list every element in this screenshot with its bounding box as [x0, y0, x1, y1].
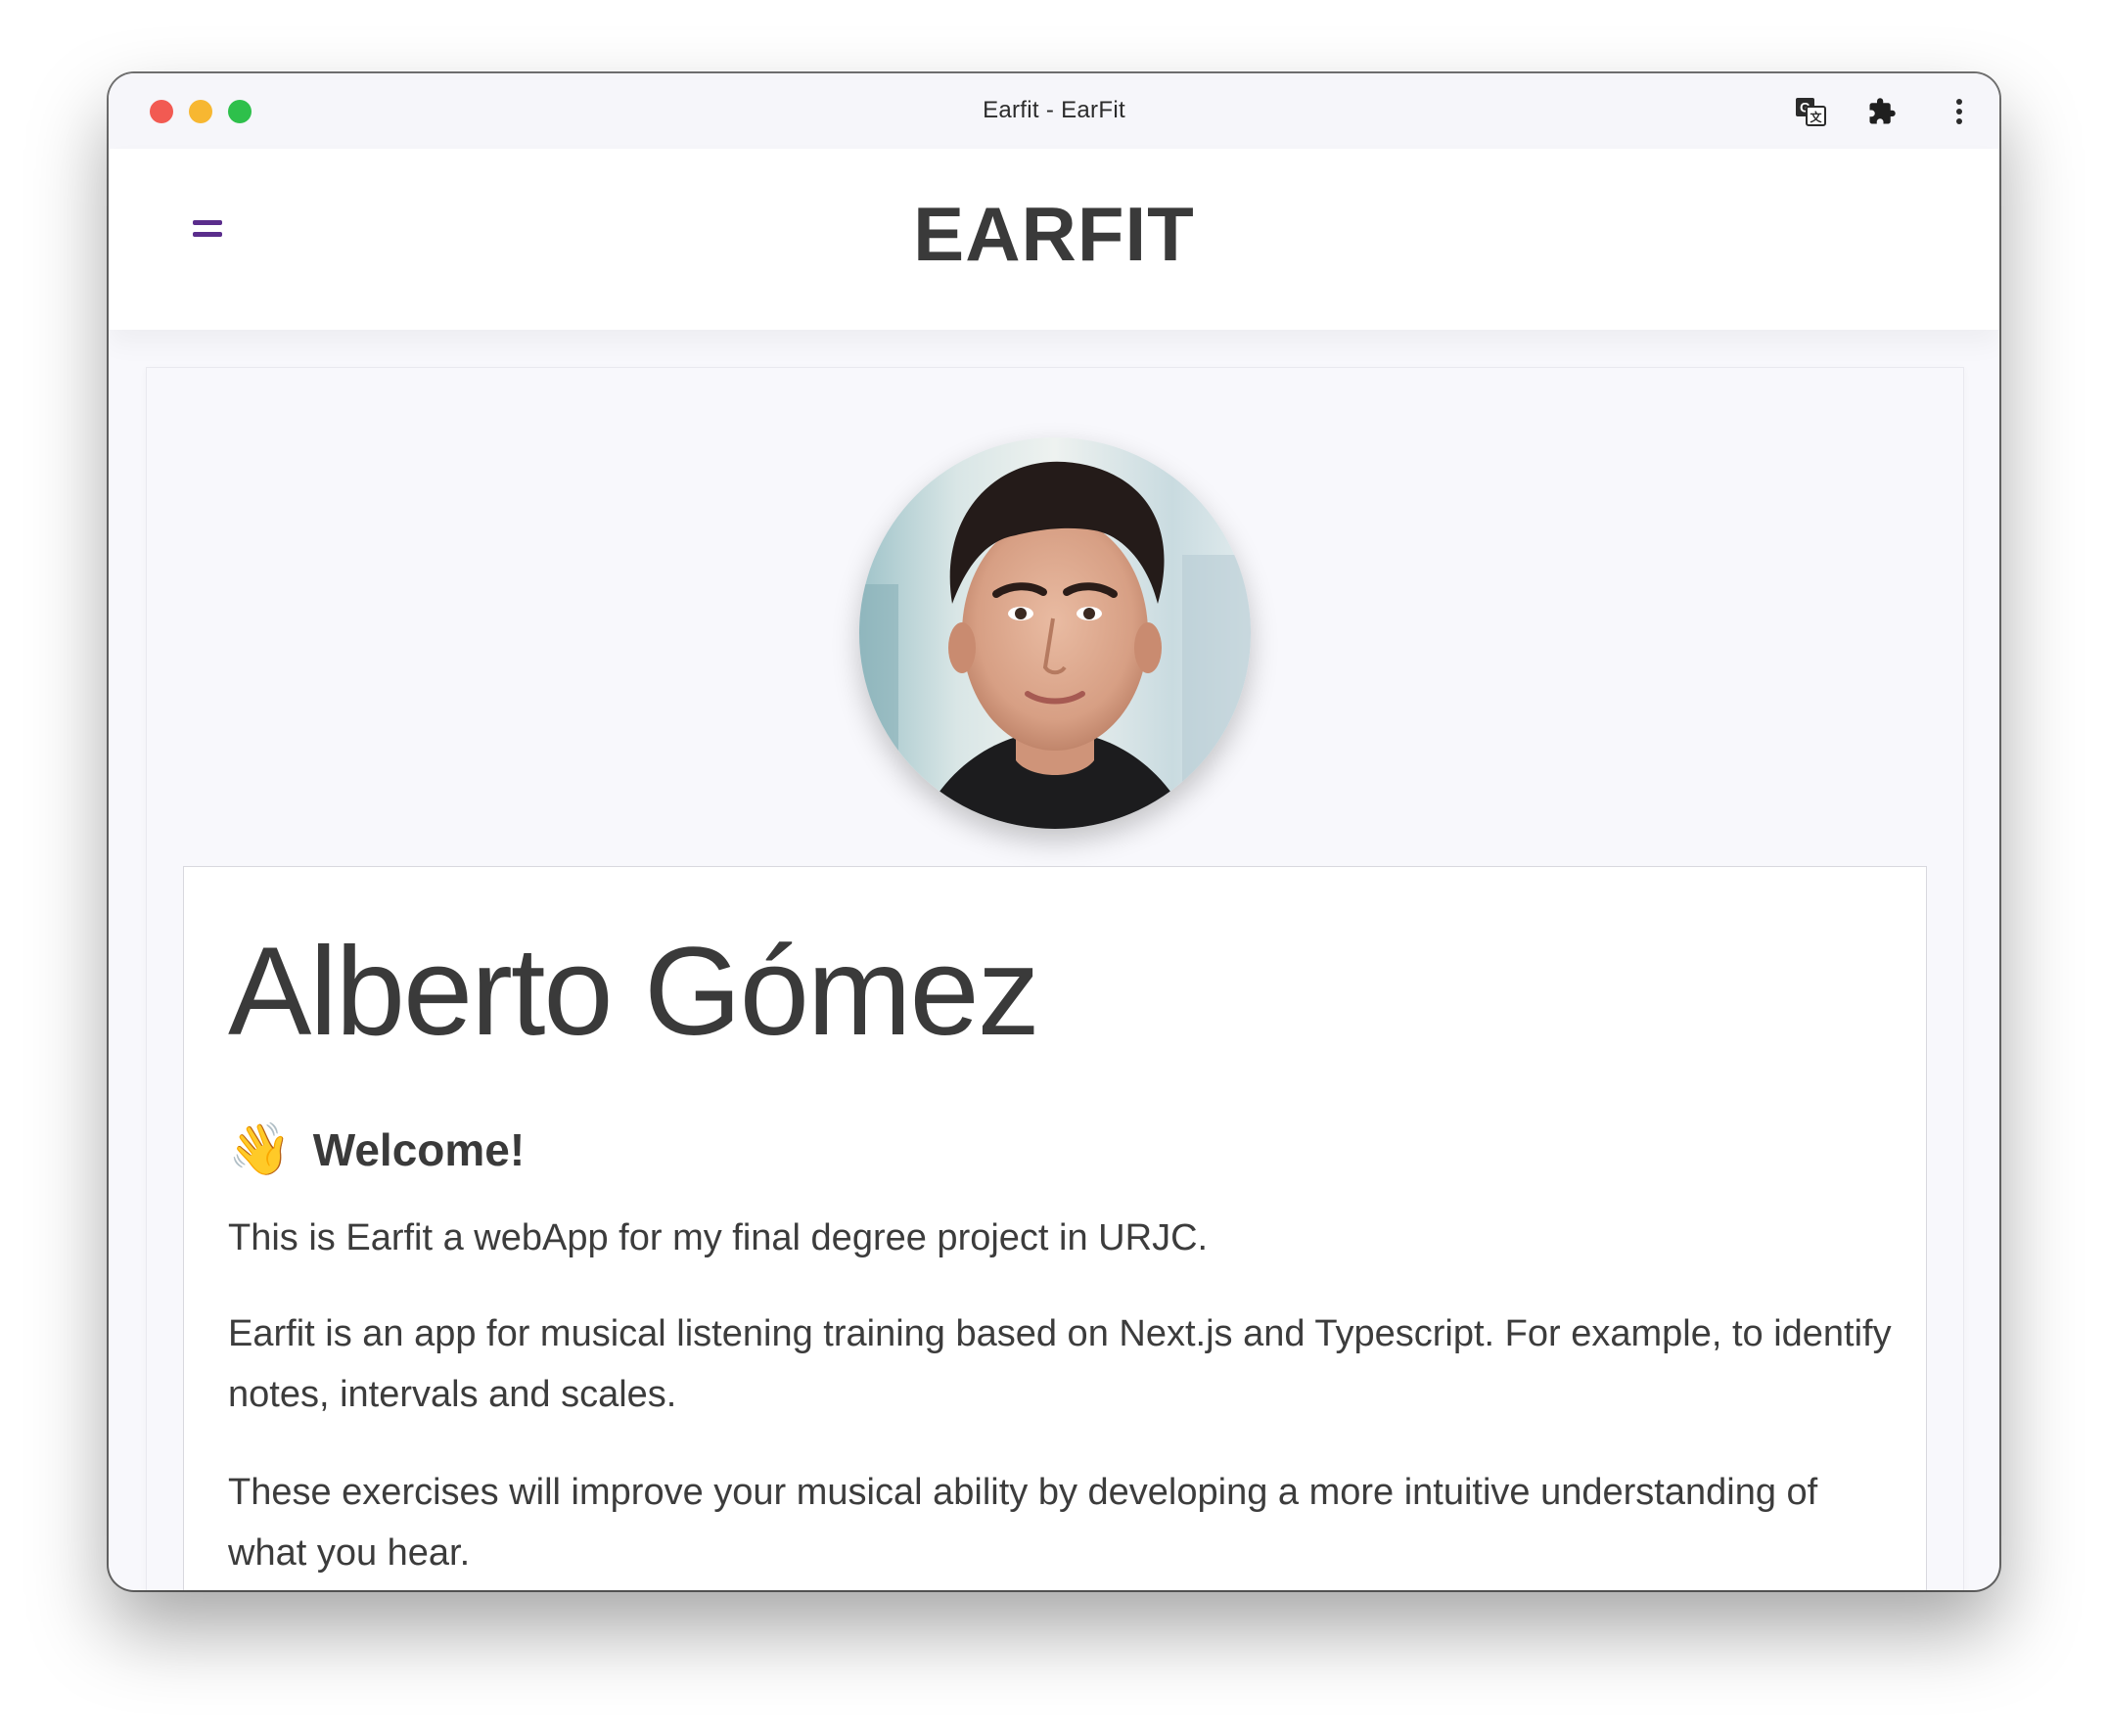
welcome-heading: 👋 Welcome! — [228, 1123, 525, 1176]
more-vertical-icon[interactable] — [1943, 95, 1976, 128]
app-header: EARFIT — [109, 149, 1999, 330]
welcome-text: Welcome! — [312, 1124, 526, 1175]
title-bar: Earfit - EarFit G 文 — [109, 73, 1999, 149]
waving-hand-icon: 👋 — [228, 1121, 292, 1178]
browser-window: Earfit - EarFit G 文 EARFIT Alberto Gómez… — [109, 73, 1999, 1590]
svg-text:文: 文 — [1810, 110, 1822, 124]
benefits-paragraph: These exercises will improve your musica… — [228, 1472, 1818, 1574]
profile-name: Alberto Gómez — [228, 922, 1040, 1062]
description-paragraph: Earfit is an app for musical listening t… — [228, 1313, 1892, 1415]
translate-icon[interactable]: G 文 — [1794, 95, 1827, 128]
brand-title: EARFIT — [913, 191, 1195, 277]
extensions-puzzle-icon[interactable] — [1865, 95, 1899, 128]
profile-content: Alberto Gómez 👋 Welcome! This is Earfit … — [183, 866, 1927, 1590]
window-title: Earfit - EarFit — [983, 97, 1125, 123]
profile-card: Alberto Gómez 👋 Welcome! This is Earfit … — [146, 367, 1964, 1590]
profile-avatar — [859, 437, 1251, 829]
intro-paragraph: This is Earfit a webApp for my final deg… — [228, 1217, 1209, 1258]
